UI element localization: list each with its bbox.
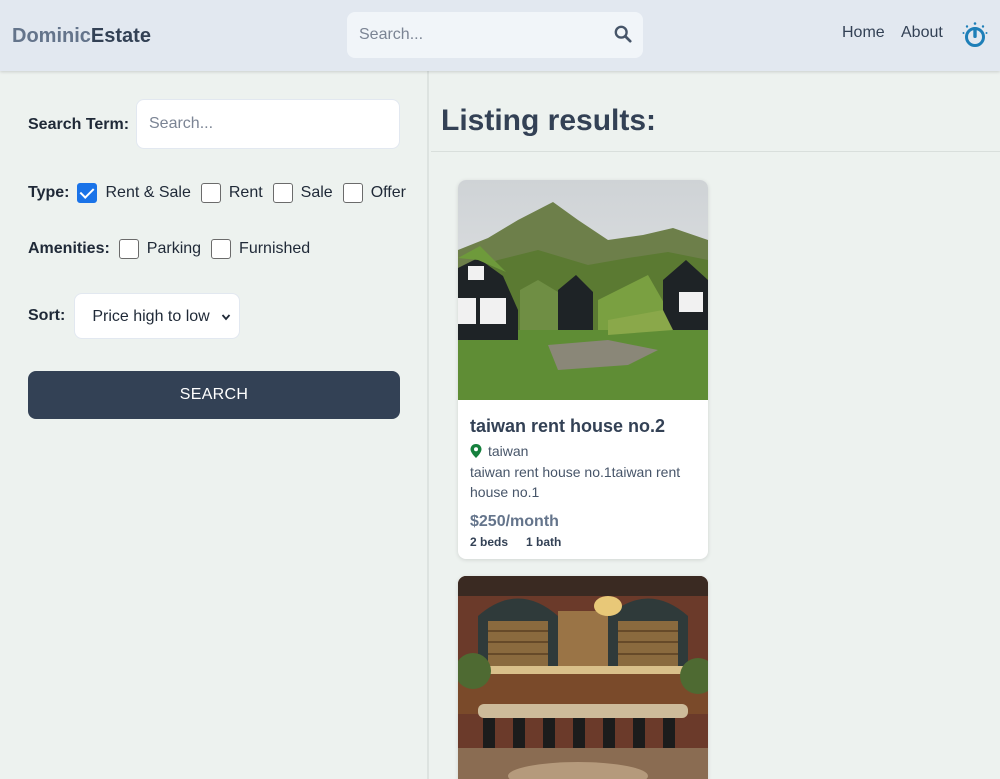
site-logo[interactable]: DominicEstate xyxy=(12,24,151,48)
header-search-input[interactable] xyxy=(347,12,597,58)
parking-checkbox[interactable] xyxy=(118,239,139,259)
avatar-logo-icon xyxy=(962,22,988,47)
listing-card[interactable] xyxy=(458,576,708,779)
offer-label: Offer xyxy=(370,184,406,201)
header-search-button[interactable] xyxy=(613,25,633,45)
listing-image-restaurant-bar[interactable] xyxy=(458,576,708,779)
listing-location: taiwan xyxy=(470,443,528,459)
listing-title[interactable]: taiwan rent house no.2 xyxy=(470,416,665,437)
top-header: DominicEstate Home About xyxy=(0,0,1000,71)
sort-select[interactable]: Price high to low xyxy=(74,293,241,339)
location-pin-icon xyxy=(470,444,482,458)
results-title: Listing results: xyxy=(441,104,657,137)
type-filter-row: Type: Rent & Sale Rent Sale Offer xyxy=(28,182,406,204)
nav-link-about[interactable]: About xyxy=(901,24,943,42)
search-submit-button[interactable]: SEARCH xyxy=(28,371,400,419)
type-label: Type: xyxy=(28,184,70,201)
rent-label: Rent xyxy=(228,184,263,201)
amenities-filter-row: Amenities: Parking Furnished xyxy=(28,238,310,260)
logo-part-2: Estate xyxy=(90,25,151,47)
chevron-down-icon xyxy=(222,314,231,321)
filter-sidebar: Search Term: Type: Rent & Sale Rent Sale… xyxy=(0,71,429,779)
rent-and-sale-checkbox[interactable] xyxy=(77,183,98,203)
results-divider xyxy=(431,151,1000,152)
sort-selected-value: Price high to low xyxy=(92,308,210,325)
nav-link-home[interactable]: Home xyxy=(842,24,885,42)
listing-beds: 2 beds xyxy=(470,535,509,549)
amenities-label: Amenities: xyxy=(28,240,110,257)
parking-label: Parking xyxy=(146,240,202,257)
sort-row: Sort: Price high to low xyxy=(28,293,241,339)
furnished-label: Furnished xyxy=(239,240,311,257)
header-search-bar xyxy=(347,12,643,58)
listing-card-body: taiwan rent house no.2 taiwan taiwan ren… xyxy=(458,400,708,559)
rent-and-sale-label: Rent & Sale xyxy=(105,184,191,201)
search-icon xyxy=(614,25,632,43)
listing-price: $250/month xyxy=(470,513,559,530)
sort-label: Sort: xyxy=(28,307,66,324)
user-avatar[interactable] xyxy=(961,21,989,49)
listing-image-turf-houses[interactable] xyxy=(458,180,708,400)
search-term-label: Search Term: xyxy=(28,116,130,133)
listing-description: taiwan rent house no.1taiwan rent house … xyxy=(470,464,681,500)
sale-checkbox[interactable] xyxy=(272,183,293,203)
listing-baths: 1 bath xyxy=(526,535,562,549)
furnished-checkbox[interactable] xyxy=(211,239,232,259)
logo-part-1: Dominic xyxy=(12,25,91,47)
rent-checkbox[interactable] xyxy=(200,183,221,203)
search-term-input[interactable] xyxy=(136,99,400,149)
sale-label: Sale xyxy=(300,184,333,201)
offer-checkbox[interactable] xyxy=(342,183,363,203)
listing-card[interactable]: taiwan rent house no.2 taiwan taiwan ren… xyxy=(458,180,708,559)
listing-location-text: taiwan xyxy=(488,443,529,459)
